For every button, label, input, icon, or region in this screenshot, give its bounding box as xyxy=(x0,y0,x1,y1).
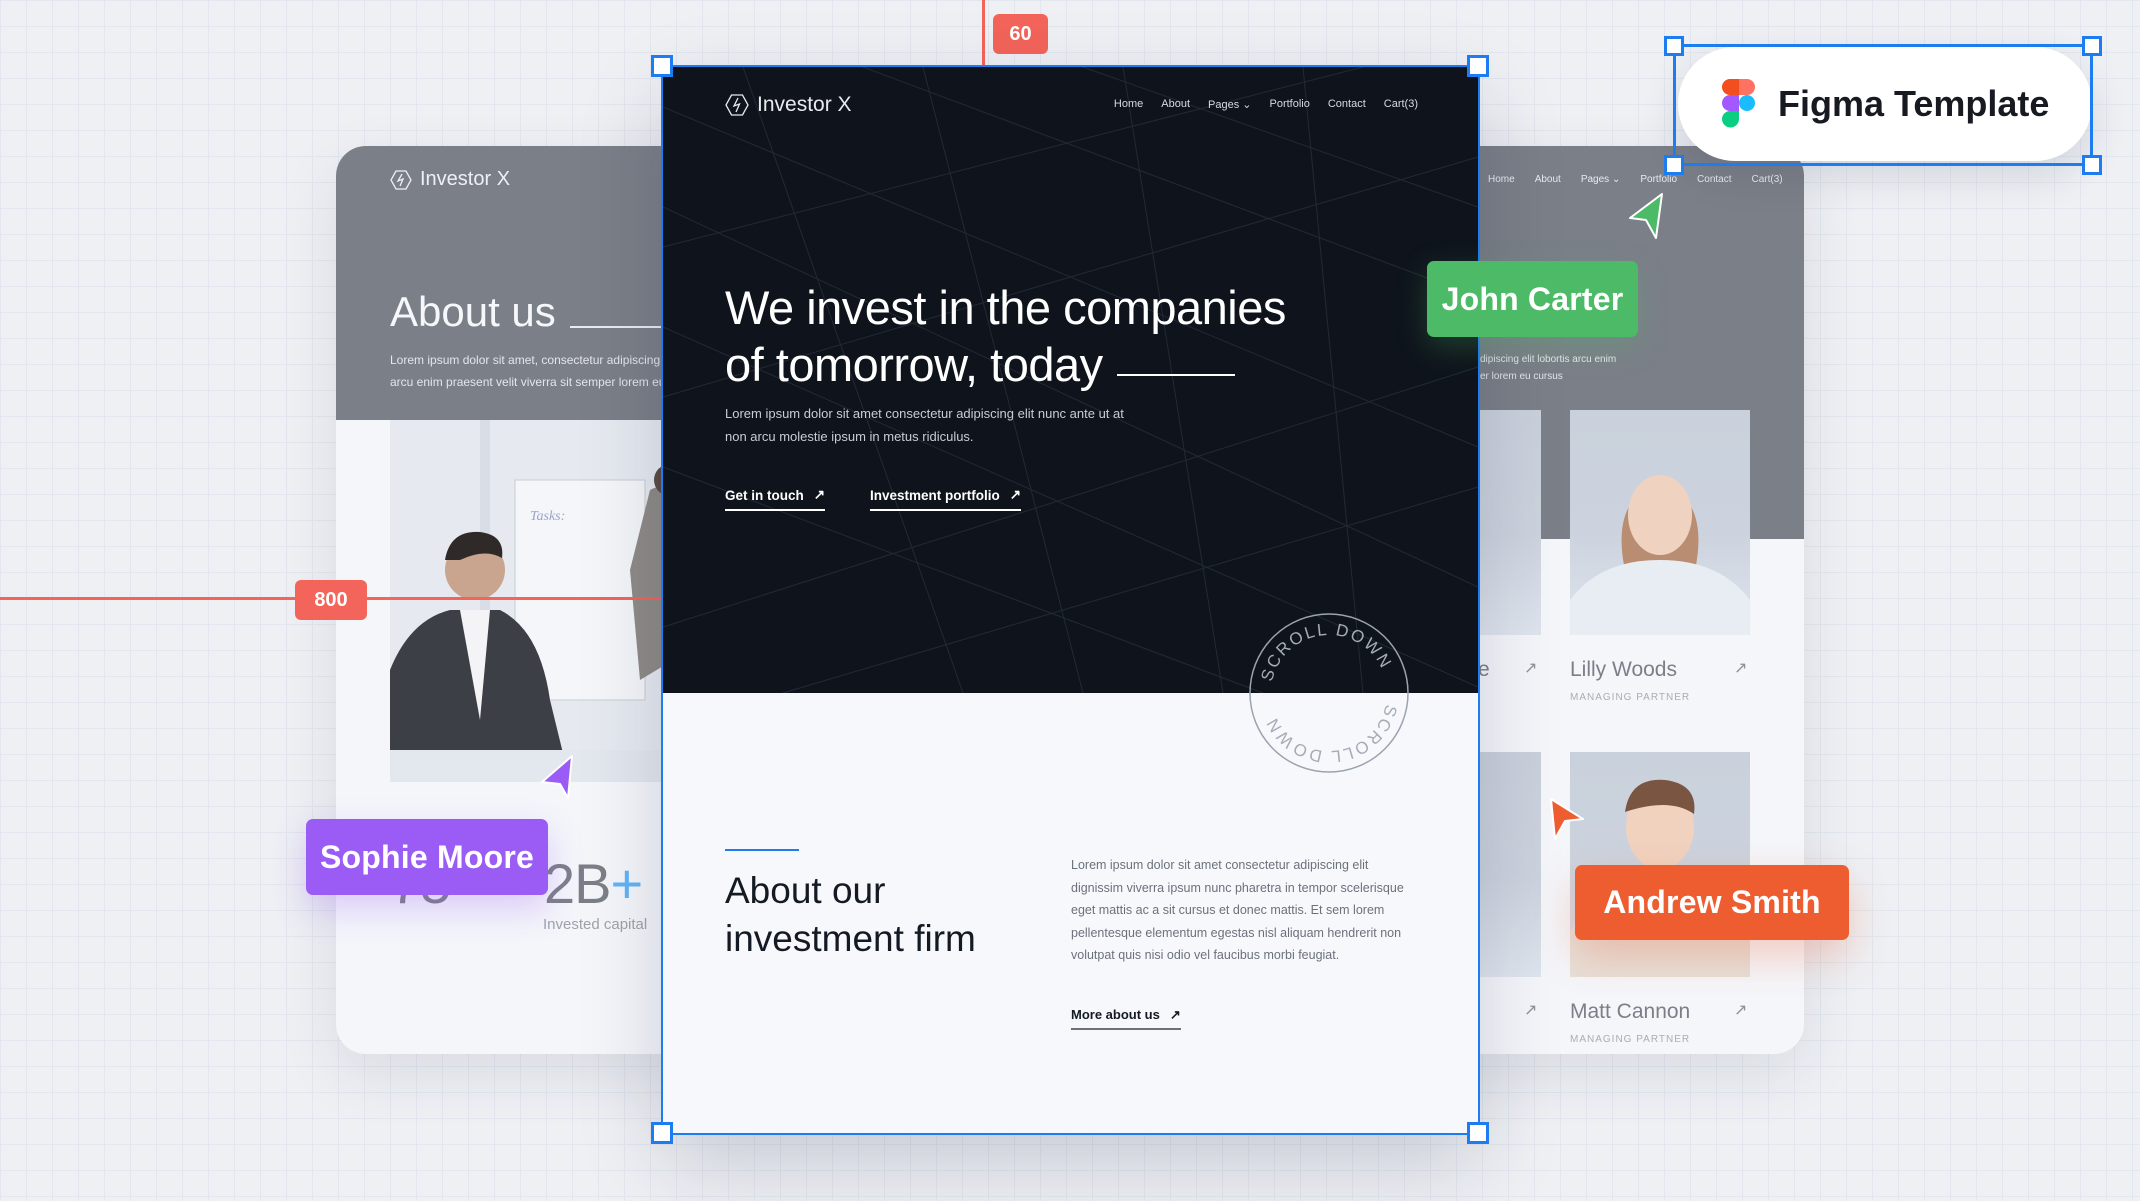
about-title-line2: investment firm xyxy=(725,918,976,959)
left-card-text-2: arcu enim praesent velit viverra sit sem… xyxy=(390,375,696,389)
hero-title-line1: We invest in the companies xyxy=(725,281,1286,334)
figma-badge-selection xyxy=(1673,44,2093,166)
brand-logo[interactable]: Investor X xyxy=(725,93,852,117)
hero-title: We invest in the companies of tomorrow, … xyxy=(725,279,1286,393)
team-photo-partial-1 xyxy=(1478,410,1541,635)
nav-home[interactable]: Home xyxy=(1114,98,1143,111)
get-in-touch-label: Get in touch xyxy=(725,487,804,503)
investment-portfolio-link[interactable]: Investment portfolio ↗ xyxy=(870,487,1022,511)
badge-handle-top-left[interactable] xyxy=(1664,36,1684,56)
logo-icon xyxy=(390,169,412,190)
team-photo-partial-2 xyxy=(1478,752,1541,977)
hero-title-line2-wrap: of tomorrow, today xyxy=(725,336,1286,393)
nav-contact[interactable]: Contact xyxy=(1328,98,1366,111)
right-nav-cart: Cart(3) xyxy=(1751,174,1783,185)
svg-text:Tasks:: Tasks: xyxy=(530,509,565,524)
cursor-label-sophie-moore: Sophie Moore xyxy=(306,819,548,895)
arrow-up-right-icon[interactable]: ↗ xyxy=(1524,658,1537,678)
cursor-label-john-carter: John Carter xyxy=(1427,261,1638,337)
arrow-up-right-icon: ↗ xyxy=(1169,1007,1181,1022)
member-name-matt: Matt Cannon xyxy=(1570,1000,1691,1023)
arrow-up-right-icon[interactable]: ↗ xyxy=(1734,658,1747,678)
cursor-sophie-moore-icon xyxy=(541,755,573,799)
ruler-value-left: 800 xyxy=(295,580,367,620)
member-partial-name: e xyxy=(1478,658,1490,681)
arrow-up-right-icon: ↗ xyxy=(1009,487,1022,502)
hero-title-line2: of tomorrow, today xyxy=(725,338,1103,391)
nav-pages-label: Pages xyxy=(1208,99,1240,111)
logo-icon xyxy=(725,94,749,116)
left-card-logo: Investor X xyxy=(390,168,510,191)
nav-pages[interactable]: Pages ⌄ xyxy=(1208,98,1251,111)
nav-portfolio[interactable]: Portfolio xyxy=(1269,98,1309,111)
arrow-up-right-icon[interactable]: ↗ xyxy=(1734,1000,1747,1020)
about-title-line1: About our xyxy=(725,870,886,911)
resize-handle-top-left[interactable] xyxy=(651,55,673,77)
meeting-photo: Tasks: xyxy=(390,420,696,782)
member-role-matt: MANAGING PARTNER xyxy=(1570,1034,1691,1045)
badge-handle-bottom-right[interactable] xyxy=(2082,155,2102,175)
more-about-us-link[interactable]: More about us ↗ xyxy=(1071,1007,1181,1030)
nav-cart[interactable]: Cart(3) xyxy=(1384,98,1418,111)
team-photo-lilly-woods xyxy=(1570,410,1750,635)
scroll-down-badge[interactable]: SCROLL DOWN SCROLL DOWN xyxy=(1248,612,1410,774)
ruler-guide-vertical xyxy=(982,0,985,67)
portrait-lilly xyxy=(1570,475,1750,635)
stat-value: 2B xyxy=(544,852,611,915)
member-name-lilly: Lilly Woods xyxy=(1570,658,1677,681)
right-card-nav: Home About Pages ⌄ Portfolio Contact Car… xyxy=(1488,174,1783,185)
right-nav-portfolio: Portfolio xyxy=(1640,174,1678,185)
resize-handle-bottom-left[interactable] xyxy=(651,1122,673,1144)
right-nav-contact: Contact xyxy=(1697,174,1732,185)
stat-invested-capital-value: 2B+ xyxy=(544,851,644,916)
nav-about[interactable]: About xyxy=(1161,98,1190,111)
member-role-lilly: MANAGING PARTNER xyxy=(1570,692,1691,703)
meeting-photo-illustration: Tasks: xyxy=(390,420,696,782)
get-in-touch-link[interactable]: Get in touch ↗ xyxy=(725,487,826,511)
badge-handle-top-right[interactable] xyxy=(2082,36,2102,56)
left-card-heading: About us xyxy=(390,288,556,335)
stat-plus: + xyxy=(610,852,644,915)
homepage-frame[interactable]: Investor X Home About Pages ⌄ Portfolio … xyxy=(661,65,1480,1135)
resize-handle-top-right[interactable] xyxy=(1467,55,1489,77)
hero-section: Investor X Home About Pages ⌄ Portfolio … xyxy=(663,67,1478,693)
more-about-us-label: More about us xyxy=(1071,1007,1160,1022)
arrow-up-right-icon: ↗ xyxy=(813,487,826,502)
right-nav-pages: Pages ⌄ xyxy=(1581,174,1621,185)
right-nav-about: About xyxy=(1534,174,1561,185)
brand-name: Investor X xyxy=(757,93,852,116)
cursor-john-carter-icon xyxy=(1629,193,1663,239)
chevron-down-icon: ⌄ xyxy=(1611,174,1621,185)
main-nav: Home About Pages ⌄ Portfolio Contact Car… xyxy=(1114,98,1418,111)
ruler-value-top: 60 xyxy=(993,14,1048,54)
hero-title-dash xyxy=(1116,373,1235,376)
cursor-andrew-smith-icon xyxy=(1550,798,1584,840)
about-title: About our investment firm xyxy=(725,867,976,963)
arrow-up-right-icon[interactable]: ↗ xyxy=(1524,1000,1537,1020)
cursor-label-andrew-smith: Andrew Smith xyxy=(1575,865,1849,940)
right-nav-pages-label: Pages xyxy=(1580,174,1610,185)
hero-subtitle: Lorem ipsum dolor sit amet consectetur a… xyxy=(725,406,1124,444)
chevron-down-icon: ⌄ xyxy=(1242,99,1252,111)
resize-handle-bottom-right[interactable] xyxy=(1467,1122,1489,1144)
left-card-brand: Investor X xyxy=(420,168,511,190)
investment-portfolio-label: Investment portfolio xyxy=(870,487,1000,503)
left-page-preview: Investor X About us Lorem ipsum dolor si… xyxy=(336,146,696,1054)
badge-handle-bottom-left[interactable] xyxy=(1664,155,1684,175)
about-body: Lorem ipsum dolor sit amet consectetur a… xyxy=(1071,858,1404,962)
right-nav-home: Home xyxy=(1488,174,1515,185)
stat-invested-capital-label: Invested capital xyxy=(543,916,648,933)
right-card-text-2: er lorem eu cursus xyxy=(1480,371,1563,382)
about-accent-line xyxy=(725,849,799,851)
